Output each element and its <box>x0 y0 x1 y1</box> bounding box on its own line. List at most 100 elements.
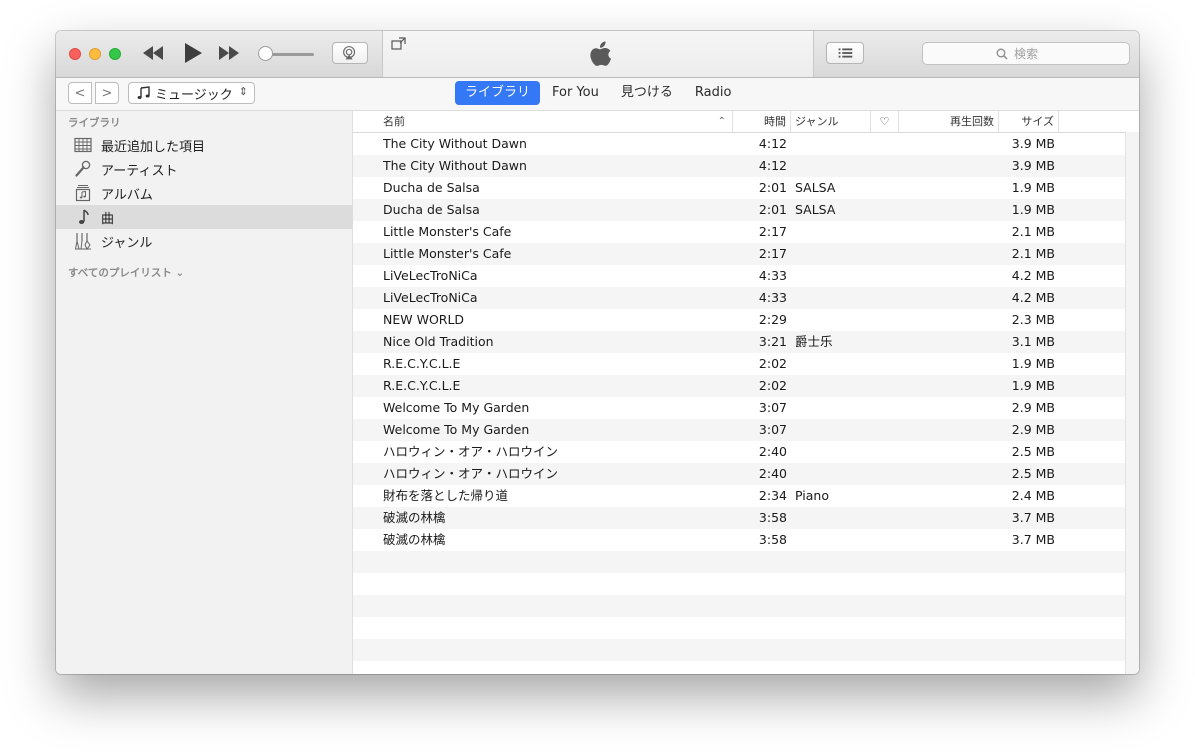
column-header-size[interactable]: サイズ <box>999 111 1059 132</box>
table-row[interactable]: 破滅の林檎 3:58 3.7 MB <box>353 507 1125 529</box>
media-kind-selector[interactable]: ミュージック ⇕ <box>128 82 255 104</box>
song-name-cell: 破滅の林檎 <box>383 532 446 547</box>
song-size-cell: 1.9 MB <box>1011 202 1055 217</box>
song-time-cell: 3:21 <box>758 334 787 349</box>
song-genre-cell <box>791 221 871 243</box>
song-size-cell: 4.2 MB <box>1011 268 1055 283</box>
song-name-cell: ハロウィン・オア・ハロウイン <box>383 444 559 459</box>
song-genre-cell <box>791 397 871 419</box>
tab-for-you[interactable]: For You <box>542 81 609 105</box>
sidebar-item-albums[interactable]: アルバム <box>56 181 353 205</box>
all-playlists-header[interactable]: すべてのプレイリスト ⌄ <box>68 265 184 280</box>
song-size-cell: 1.9 MB <box>1011 378 1055 393</box>
song-name-cell: ハロウィン・オア・ハロウイン <box>383 466 559 481</box>
music-note-icon <box>137 86 150 99</box>
table-body: The City Without Dawn 4:12 3.9 MB The City … <box>353 133 1125 661</box>
song-time-cell: 2:40 <box>758 466 787 481</box>
column-header-time[interactable]: 時間 <box>733 111 791 132</box>
up-next-button[interactable] <box>826 42 864 64</box>
song-time-cell: 2:34 <box>758 488 787 503</box>
airplay-icon <box>343 46 356 60</box>
table-row[interactable]: LiVeLecTroNiCa 4:33 4.2 MB <box>353 265 1125 287</box>
table-row[interactable]: R.E.C.Y.C.L.E 2:02 1.9 MB <box>353 375 1125 397</box>
table-row[interactable]: R.E.C.Y.C.L.E 2:02 1.9 MB <box>353 353 1125 375</box>
song-name-cell: The City Without Dawn <box>383 158 527 173</box>
column-header-love[interactable]: ♡ <box>871 111 899 132</box>
column-header-plays[interactable]: 再生回数 <box>899 111 999 132</box>
search-field[interactable] <box>922 42 1130 65</box>
apple-logo-icon <box>590 41 611 66</box>
song-name-cell: Welcome To My Garden <box>383 422 530 437</box>
empty-table-row <box>353 639 1125 661</box>
play-icon[interactable] <box>182 41 204 65</box>
song-size-cell: 2.5 MB <box>1011 444 1055 459</box>
table-row[interactable]: LiVeLecTroNiCa 4:33 4.2 MB <box>353 287 1125 309</box>
tab-browse[interactable]: 見つける <box>611 81 683 105</box>
table-row[interactable]: Little Monster's Cafe 2:17 2.1 MB <box>353 243 1125 265</box>
vertical-scrollbar[interactable] <box>1125 132 1139 674</box>
song-time-cell: 3:07 <box>758 400 787 415</box>
empty-table-row <box>353 551 1125 573</box>
song-genre-cell <box>791 419 871 441</box>
music-note-icon <box>74 208 92 226</box>
minimize-window-button[interactable] <box>89 48 101 60</box>
song-genre-cell <box>791 243 871 265</box>
table-row[interactable]: Little Monster's Cafe 2:17 2.1 MB <box>353 221 1125 243</box>
sidebar-item-artists[interactable]: アーティスト <box>56 157 353 181</box>
volume-slider-knob[interactable] <box>258 46 273 61</box>
song-genre-cell <box>791 155 871 177</box>
chevron-right-icon: > <box>101 85 113 101</box>
song-name-cell: The City Without Dawn <box>383 136 527 151</box>
close-window-button[interactable] <box>69 48 81 60</box>
song-size-cell: 3.7 MB <box>1011 532 1055 547</box>
sidebar-item-genres[interactable]: ジャンル <box>56 229 353 253</box>
miniplayer-icon[interactable] <box>391 37 407 51</box>
navigation-bar: < > ミュージック ⇕ ライブラリ For You 見つける Radio <box>56 78 1139 111</box>
song-name-cell: 財布を落とした帰り道 <box>383 488 509 503</box>
song-time-cell: 3:58 <box>758 532 787 547</box>
song-genre-cell: SALSA <box>795 202 836 217</box>
song-genre-cell <box>791 507 871 529</box>
empty-table-row <box>353 595 1125 617</box>
song-genre-cell <box>791 441 871 463</box>
song-size-cell: 2.9 MB <box>1011 400 1055 415</box>
table-row[interactable]: 財布を落とした帰り道 2:34 Piano 2.4 MB <box>353 485 1125 507</box>
column-header-name[interactable]: 名前 ⌃ <box>379 111 733 132</box>
sidebar-item-recently-added[interactable]: 最近追加した項目 <box>56 133 353 157</box>
song-time-cell: 3:07 <box>758 422 787 437</box>
song-name-cell: R.E.C.Y.C.L.E <box>383 356 461 371</box>
tab-bar: ライブラリ For You 見つける Radio <box>455 81 743 105</box>
table-row[interactable]: NEW WORLD 2:29 2.3 MB <box>353 309 1125 331</box>
grid-calendar-icon <box>74 136 92 154</box>
rewind-icon[interactable] <box>142 43 164 63</box>
table-row[interactable]: Nice Old Tradition 3:21 爵士乐 3.1 MB <box>353 331 1125 353</box>
table-row[interactable]: ハロウィン・オア・ハロウイン 2:40 2.5 MB <box>353 441 1125 463</box>
table-row[interactable]: Ducha de Salsa 2:01 SALSA 1.9 MB <box>353 177 1125 199</box>
song-size-cell: 3.7 MB <box>1011 510 1055 525</box>
table-row[interactable]: Ducha de Salsa 2:01 SALSA 1.9 MB <box>353 199 1125 221</box>
forward-button[interactable]: > <box>95 82 119 104</box>
fast-forward-icon[interactable] <box>218 43 240 63</box>
table-row[interactable]: The City Without Dawn 4:12 3.9 MB <box>353 133 1125 155</box>
table-row[interactable]: Welcome To My Garden 3:07 2.9 MB <box>353 419 1125 441</box>
column-header-genre[interactable]: ジャンル <box>791 111 871 132</box>
table-row[interactable]: 破滅の林檎 3:58 3.7 MB <box>353 529 1125 551</box>
song-name-cell: LiVeLecTroNiCa <box>383 290 478 305</box>
table-row[interactable]: The City Without Dawn 4:12 3.9 MB <box>353 155 1125 177</box>
lcd-display <box>382 31 814 77</box>
song-size-cell: 1.9 MB <box>1011 180 1055 195</box>
song-time-cell: 2:17 <box>758 246 787 261</box>
search-input[interactable] <box>1012 45 1056 62</box>
song-genre-cell: Piano <box>795 488 829 503</box>
song-size-cell: 1.9 MB <box>1011 356 1055 371</box>
song-genre-cell <box>791 375 871 397</box>
back-button[interactable]: < <box>68 82 92 104</box>
tab-radio[interactable]: Radio <box>685 81 742 105</box>
sidebar-item-songs[interactable]: 曲 <box>56 205 353 229</box>
zoom-window-button[interactable] <box>109 48 121 60</box>
table-row[interactable]: ハロウィン・オア・ハロウイン 2:40 2.5 MB <box>353 463 1125 485</box>
song-size-cell: 2.4 MB <box>1011 488 1055 503</box>
tab-library[interactable]: ライブラリ <box>455 81 541 105</box>
airplay-button[interactable] <box>332 42 368 64</box>
table-row[interactable]: Welcome To My Garden 3:07 2.9 MB <box>353 397 1125 419</box>
